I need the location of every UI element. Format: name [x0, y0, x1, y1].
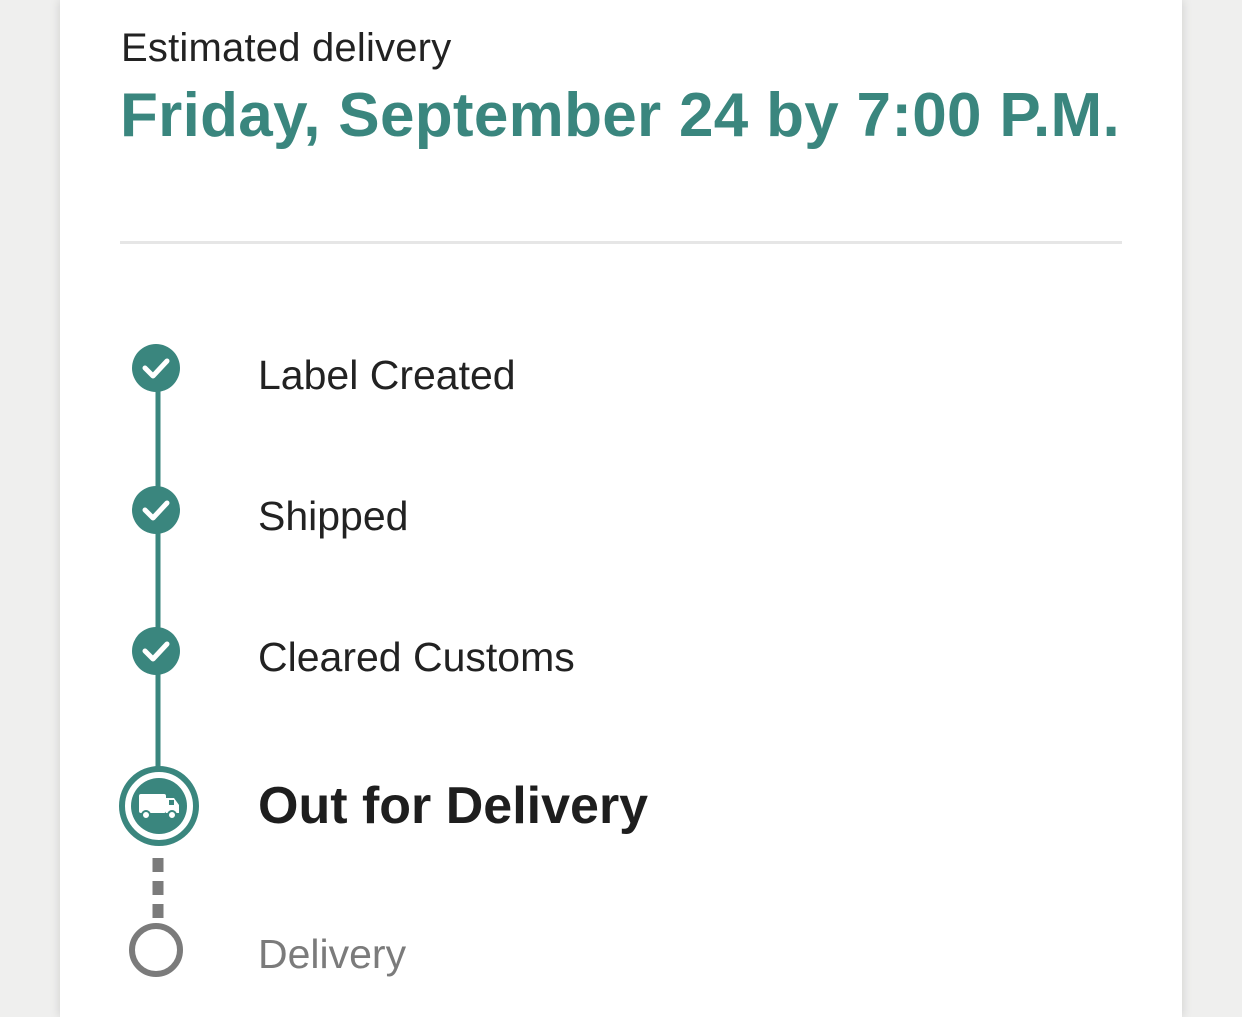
step-label-out-for-delivery: Out for Delivery: [258, 777, 649, 835]
tracking-page: Estimated delivery Friday, September 24 …: [0, 0, 1242, 1017]
check-icon: [132, 486, 180, 534]
step-label-shipped: Shipped: [258, 493, 409, 539]
step-label-customs: Cleared Customs: [258, 634, 575, 680]
check-icon: [132, 344, 180, 392]
empty-circle-icon: [129, 923, 183, 977]
step-label-delivery: Delivery: [258, 931, 407, 977]
check-icon: [132, 627, 180, 675]
truck-icon: [119, 766, 199, 846]
timeline-track: [152, 368, 164, 922]
step-label-created: Label Created: [258, 352, 516, 398]
